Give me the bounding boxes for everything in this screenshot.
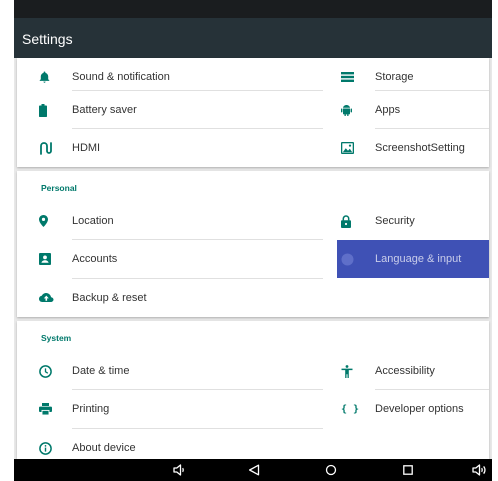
app-bar: Settings [14, 18, 492, 58]
globe-icon [337, 253, 375, 266]
location-pin-icon [17, 215, 72, 227]
settings-item-developer-options[interactable]: { } Developer options [337, 390, 489, 428]
settings-item-label: About device [72, 442, 136, 454]
hdmi-icon [17, 141, 72, 155]
image-icon [337, 142, 375, 154]
section-title-system: System [41, 333, 72, 343]
settings-item-label: Accessibility [375, 365, 435, 377]
section-title-personal: Personal [41, 183, 77, 193]
recents-icon[interactable] [398, 462, 418, 478]
info-icon [17, 441, 72, 455]
printer-icon [17, 403, 72, 415]
settings-item-label: Location [72, 215, 114, 227]
accessibility-icon [337, 364, 375, 378]
settings-item-accounts[interactable]: Accounts [17, 240, 323, 278]
settings-item-security[interactable]: Security [337, 202, 489, 240]
settings-item-label: HDMI [72, 142, 101, 154]
navigation-bar [14, 459, 492, 481]
settings-item-language-input[interactable]: Language & input [337, 240, 489, 278]
settings-item-label: Security [375, 215, 415, 227]
settings-item-apps[interactable]: Apps [337, 91, 489, 129]
account-icon [17, 253, 72, 265]
volume-down-icon[interactable] [170, 462, 190, 478]
android-icon [337, 104, 375, 116]
settings-item-label: Battery saver [72, 104, 137, 116]
battery-icon [17, 103, 72, 117]
settings-item-label: Date & time [72, 365, 130, 377]
settings-item-backup-reset[interactable]: Backup & reset [17, 279, 323, 317]
settings-item-label: Accounts [72, 253, 118, 265]
settings-item-accessibility[interactable]: Accessibility [337, 352, 489, 390]
device-section: Sound & notification Storage Battery sav… [17, 58, 489, 167]
settings-item-battery-saver[interactable]: Battery saver [17, 91, 323, 129]
page-title: Settings [22, 31, 73, 47]
bell-icon [17, 71, 72, 83]
settings-screen: Settings Sound & notification Storage Ba… [14, 0, 492, 481]
home-icon[interactable] [321, 462, 341, 478]
system-section: System Date & time Accessibility Printin… [17, 321, 489, 459]
settings-item-label: Backup & reset [72, 292, 147, 304]
settings-item-location[interactable]: Location [17, 202, 323, 240]
storage-icon [337, 72, 375, 82]
settings-item-screenshot-setting[interactable]: ScreenshotSetting [337, 129, 489, 167]
settings-item-hdmi[interactable]: HDMI [17, 129, 323, 167]
personal-section: Personal Location Security Accounts Lang… [17, 171, 489, 317]
settings-item-label: Language & input [375, 253, 462, 265]
braces-icon: { } [341, 403, 360, 415]
back-icon[interactable] [244, 462, 264, 478]
settings-item-printing[interactable]: Printing [17, 390, 323, 428]
settings-item-label: Sound & notification [72, 71, 170, 83]
volume-up-icon[interactable] [470, 462, 490, 478]
clock-icon [17, 364, 72, 378]
settings-item-label: Printing [72, 403, 110, 415]
settings-item-label: Developer options [375, 403, 464, 415]
settings-item-label: ScreenshotSetting [375, 142, 465, 154]
cloud-upload-icon [17, 292, 72, 304]
settings-item-label: Apps [375, 104, 401, 116]
lock-icon [337, 214, 375, 228]
settings-item-date-time[interactable]: Date & time [17, 352, 323, 390]
settings-item-label: Storage [375, 71, 414, 83]
status-bar [14, 0, 492, 18]
